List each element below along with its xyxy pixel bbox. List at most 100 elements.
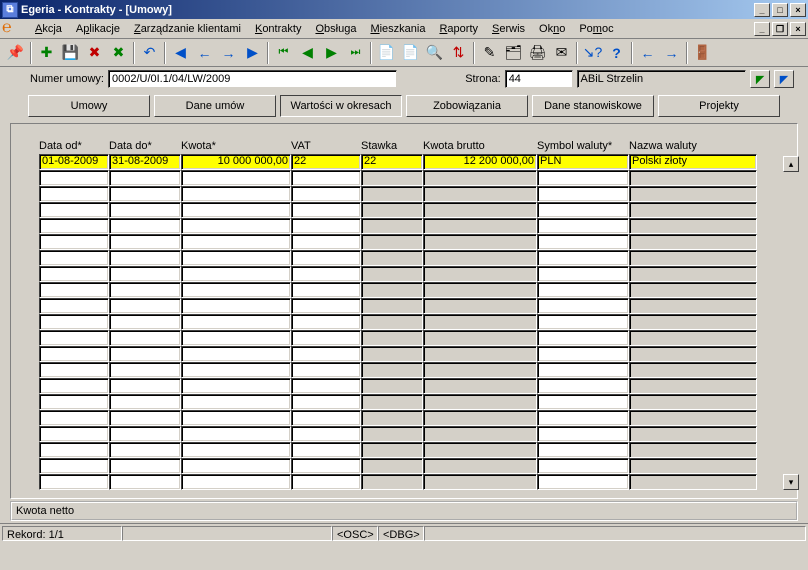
cell-data_do[interactable] xyxy=(109,218,181,234)
cell-kwota[interactable] xyxy=(181,394,291,410)
cell-vat[interactable] xyxy=(291,394,361,410)
cell-kwota[interactable] xyxy=(181,362,291,378)
swap-icon[interactable]: ⇅ xyxy=(447,42,470,64)
cell-kwota[interactable] xyxy=(181,330,291,346)
mail-icon[interactable]: ✉ xyxy=(550,42,573,64)
cell-vat[interactable] xyxy=(291,314,361,330)
help-arrow-icon[interactable]: ↘? xyxy=(581,42,604,64)
cell-vat[interactable] xyxy=(291,186,361,202)
cell-vat[interactable] xyxy=(291,410,361,426)
cell-symbol[interactable] xyxy=(537,170,629,186)
forward-icon[interactable]: → xyxy=(660,42,683,64)
page-down-icon[interactable]: 📄 xyxy=(399,42,422,64)
scroll-down-icon[interactable]: ▾ xyxy=(783,474,799,490)
cell-data_od[interactable] xyxy=(39,362,109,378)
delete-red-icon[interactable]: ✖ xyxy=(83,42,106,64)
cell-data_do[interactable] xyxy=(109,250,181,266)
cell-data_od[interactable] xyxy=(39,170,109,186)
save-icon[interactable]: 💾 xyxy=(59,42,82,64)
cell-kwota[interactable] xyxy=(181,186,291,202)
cell-vat[interactable] xyxy=(291,346,361,362)
table-row[interactable] xyxy=(39,474,781,490)
cell-kwota[interactable] xyxy=(181,234,291,250)
cell-symbol[interactable] xyxy=(537,442,629,458)
cell-kwota[interactable] xyxy=(181,314,291,330)
cell-data_od[interactable] xyxy=(39,266,109,282)
lookup-green-button[interactable]: ◤ xyxy=(750,70,770,88)
cell-symbol[interactable] xyxy=(537,218,629,234)
search-icon[interactable]: 🔍 xyxy=(423,42,446,64)
table-row[interactable] xyxy=(39,394,781,410)
table-row[interactable] xyxy=(39,266,781,282)
cell-symbol[interactable] xyxy=(537,202,629,218)
cell-kwota[interactable]: 10 000 000,00 xyxy=(181,154,291,170)
numer-umowy-field[interactable]: 0002/U/0I.1/04/LW/2009 xyxy=(108,70,397,88)
table-row[interactable] xyxy=(39,458,781,474)
cell-data_od[interactable] xyxy=(39,218,109,234)
cell-symbol[interactable] xyxy=(537,474,629,490)
cell-symbol[interactable] xyxy=(537,266,629,282)
cell-kwota[interactable] xyxy=(181,298,291,314)
cell-vat[interactable] xyxy=(291,474,361,490)
cell-data_do[interactable] xyxy=(109,474,181,490)
table-row[interactable] xyxy=(39,234,781,250)
menu-obsluga[interactable]: Obsługa xyxy=(308,21,363,37)
table-row[interactable] xyxy=(39,426,781,442)
cell-vat[interactable] xyxy=(291,250,361,266)
cell-data_do[interactable] xyxy=(109,346,181,362)
print-icon[interactable]: 🖨 xyxy=(526,42,549,64)
menu-aplikacje[interactable]: Aplikacje xyxy=(69,21,127,37)
cell-vat[interactable] xyxy=(291,426,361,442)
table-row[interactable]: 01-08-200931-08-200910 000 000,00222212 … xyxy=(39,154,781,170)
cell-data_od[interactable] xyxy=(39,250,109,266)
delete-green-icon[interactable]: ✖ xyxy=(107,42,130,64)
cell-data_od[interactable] xyxy=(39,298,109,314)
cell-data_do[interactable] xyxy=(109,266,181,282)
cell-vat[interactable] xyxy=(291,378,361,394)
cell-data_do[interactable] xyxy=(109,330,181,346)
cell-symbol[interactable] xyxy=(537,426,629,442)
cell-data_do[interactable] xyxy=(109,426,181,442)
cell-data_do[interactable] xyxy=(109,378,181,394)
maximize-button[interactable]: □ xyxy=(772,3,788,17)
cell-vat[interactable] xyxy=(291,330,361,346)
cell-vat[interactable] xyxy=(291,458,361,474)
cell-data_od[interactable] xyxy=(39,410,109,426)
tab-wartosci[interactable]: Wartości w okresach xyxy=(280,95,402,117)
table-row[interactable] xyxy=(39,442,781,458)
cell-data_do[interactable] xyxy=(109,202,181,218)
cell-data_od[interactable] xyxy=(39,314,109,330)
cell-kwota[interactable] xyxy=(181,474,291,490)
cell-data_do[interactable]: 31-08-2009 xyxy=(109,154,181,170)
cell-data_od[interactable] xyxy=(39,330,109,346)
cell-vat[interactable] xyxy=(291,234,361,250)
cell-kwota[interactable] xyxy=(181,378,291,394)
cell-symbol[interactable] xyxy=(537,410,629,426)
table-row[interactable] xyxy=(39,202,781,218)
table-row[interactable] xyxy=(39,298,781,314)
cell-data_do[interactable] xyxy=(109,394,181,410)
cell-vat[interactable] xyxy=(291,362,361,378)
cell-data_do[interactable] xyxy=(109,170,181,186)
scroll-up-icon[interactable]: ▴ xyxy=(783,156,799,172)
tab-dane-stanowiskowe[interactable]: Dane stanowiskowe xyxy=(532,95,654,117)
first-icon[interactable]: ◀ xyxy=(169,42,192,64)
new-icon[interactable]: ✚ xyxy=(35,42,58,64)
vertical-scrollbar[interactable]: ▴ ▾ xyxy=(783,156,799,490)
cell-kwota[interactable] xyxy=(181,218,291,234)
cell-symbol[interactable] xyxy=(537,282,629,298)
tree-icon[interactable]: 🗂 xyxy=(502,42,525,64)
last-icon[interactable]: ▶ xyxy=(241,42,264,64)
cell-data_od[interactable] xyxy=(39,394,109,410)
rec-next-icon[interactable]: ▶ xyxy=(320,42,343,64)
undo-icon[interactable]: ↶ xyxy=(138,42,161,64)
lookup-blue-button[interactable]: ◤ xyxy=(774,70,794,88)
table-row[interactable] xyxy=(39,410,781,426)
cell-symbol[interactable] xyxy=(537,186,629,202)
tab-projekty[interactable]: Projekty xyxy=(658,95,780,117)
table-row[interactable] xyxy=(39,186,781,202)
table-row[interactable] xyxy=(39,314,781,330)
cell-data_do[interactable] xyxy=(109,282,181,298)
edit-icon[interactable]: ✎ xyxy=(478,42,501,64)
exit-icon[interactable]: 🚪 xyxy=(691,42,714,64)
